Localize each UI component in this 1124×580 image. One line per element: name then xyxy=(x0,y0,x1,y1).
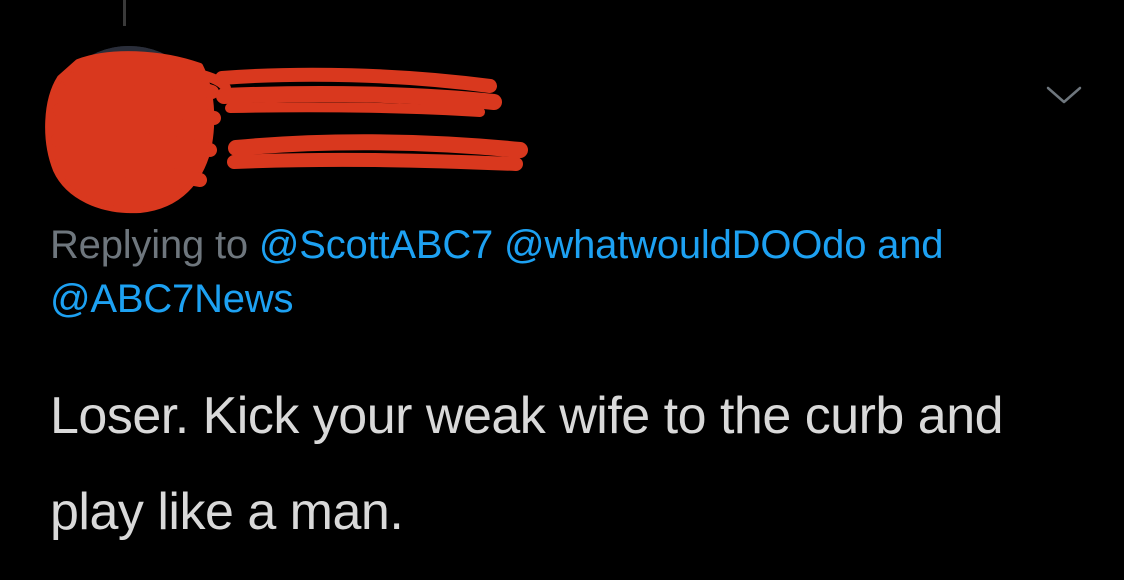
mention-conjunction: and xyxy=(877,223,944,267)
tweet-body-text: Loser. Kick your weak wife to the curb a… xyxy=(50,387,1004,541)
redaction-scribble xyxy=(45,51,528,214)
mention-link-whatwoulddoodo[interactable]: @whatwouldDOOdo xyxy=(504,223,866,267)
mention-link-abc7news[interactable]: @ABC7News xyxy=(50,277,294,321)
chevron-down-icon xyxy=(1046,86,1082,104)
tweet-menu-button[interactable] xyxy=(1044,82,1084,106)
mention-link-scottabc7[interactable]: @ScottABC7 xyxy=(259,223,493,267)
replying-to-label: Replying to xyxy=(50,223,248,267)
replying-to-line: Replying to @ScottABC7 @whatwouldDOOdo a… xyxy=(50,218,1110,326)
